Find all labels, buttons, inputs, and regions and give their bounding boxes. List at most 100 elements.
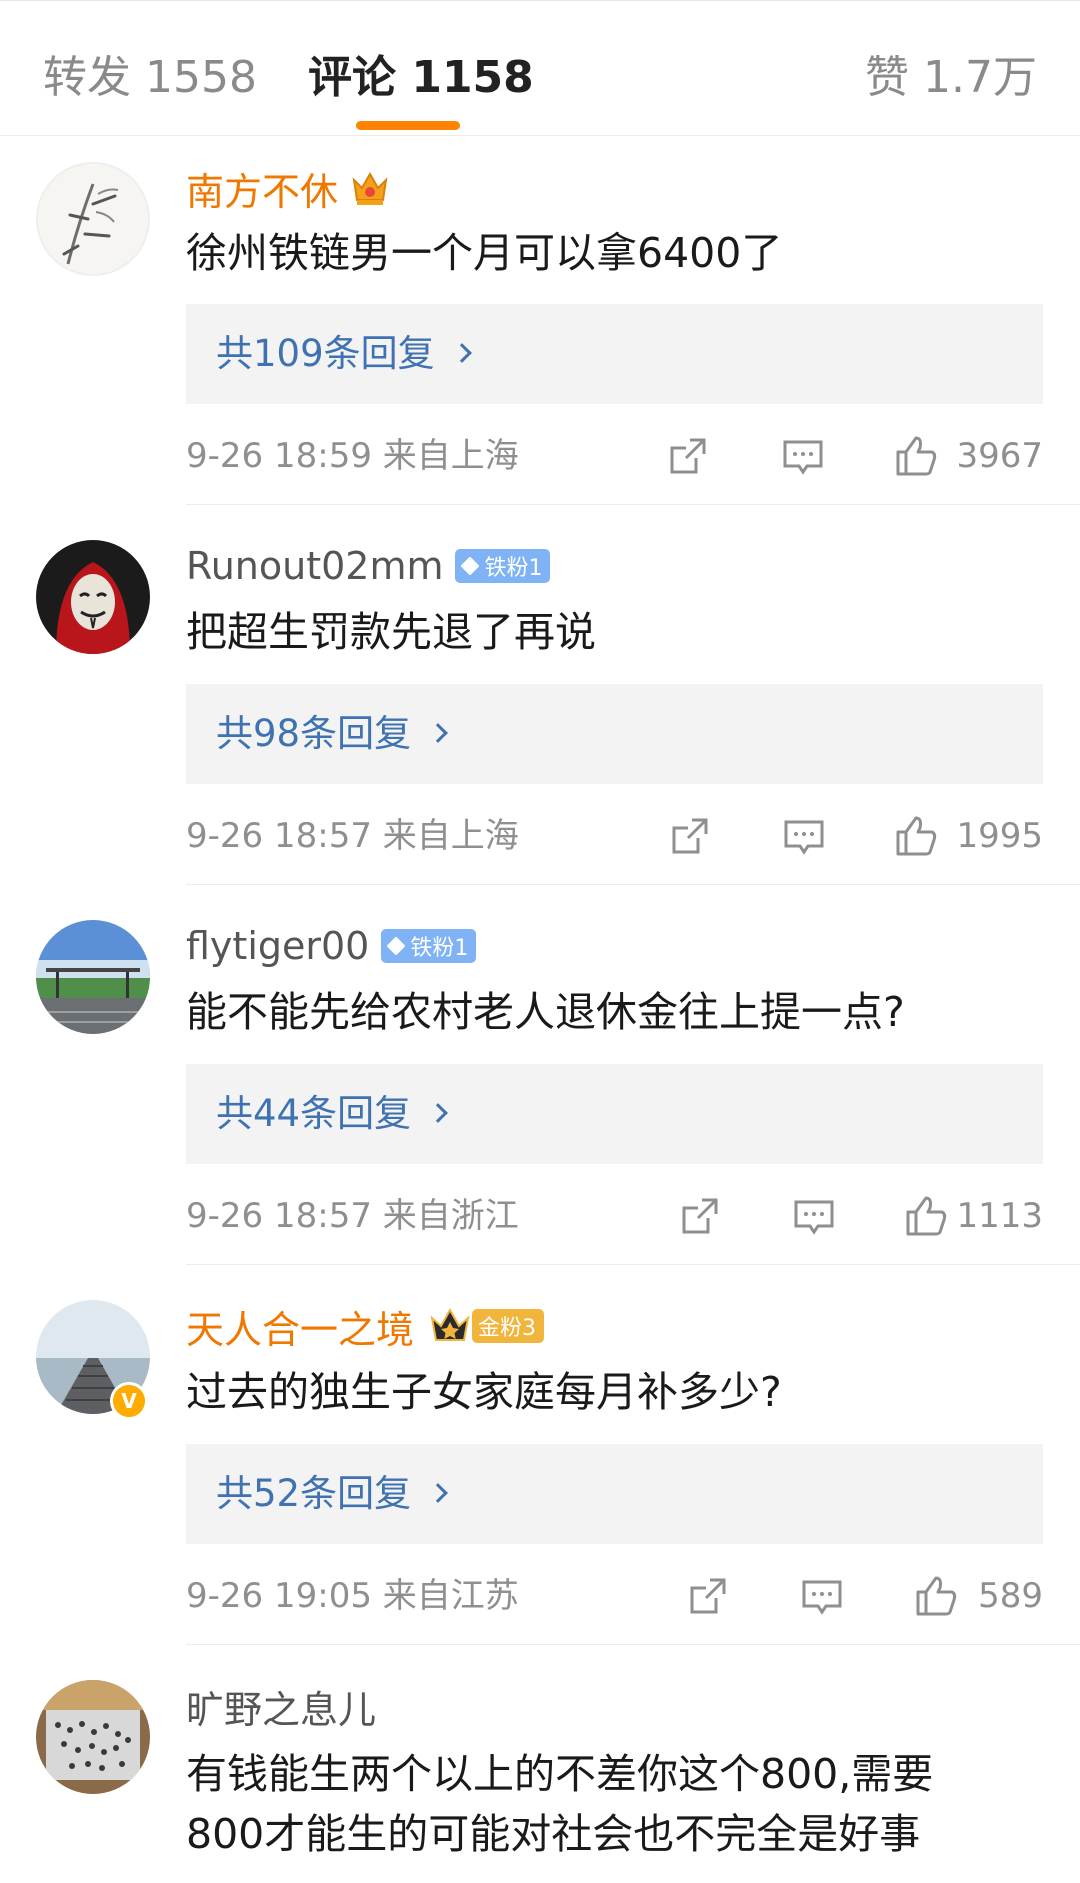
replies-box: 共52条回复	[186, 1444, 1043, 1544]
fan-badge-label: 铁粉1	[484, 556, 543, 581]
view-replies-link[interactable]: 共98条回复	[216, 684, 448, 784]
comment-time-location: 9-26 18:57 来自上海	[186, 810, 519, 862]
top-edge	[0, 0, 1080, 8]
avatar[interactable]	[36, 162, 150, 276]
comment-icon[interactable]	[781, 434, 825, 478]
location: 来自浙江	[382, 1196, 519, 1236]
tab-reposts-count: 1558	[145, 52, 257, 103]
replies-label: 共52条回复	[216, 1472, 412, 1515]
thumbs-up-icon[interactable]	[894, 814, 938, 858]
comment-icon[interactable]	[800, 1574, 844, 1618]
fan-badge-label: 金粉3	[478, 1316, 537, 1341]
railway-scenery-avatar-icon	[36, 920, 150, 1034]
timestamp: 9-26 18:57	[186, 816, 372, 856]
share-icon[interactable]	[668, 814, 712, 858]
username[interactable]: 天人合一之境	[186, 1299, 414, 1354]
username[interactable]: 南方不休	[186, 161, 338, 216]
comment-icon[interactable]	[782, 814, 826, 858]
comment-text: 把超生罚款先退了再说	[186, 608, 596, 656]
diamond-icon	[460, 556, 481, 576]
comment-header: Runout02mm 铁粉1	[186, 540, 551, 592]
fan-badge-label: 铁粉1	[410, 936, 469, 961]
like-count: 1113	[956, 1196, 1043, 1236]
comment-text-line: 有钱能生两个以上的不差你这个800,需要	[186, 1750, 934, 1798]
comment-header: 天人合一之境 金粉3	[186, 1299, 545, 1354]
avatar[interactable]	[36, 1680, 150, 1794]
avatar[interactable]	[36, 540, 150, 654]
comment-meta: 9-26 18:59 来自上海 3967	[186, 430, 1043, 482]
thumbs-up-icon[interactable]	[904, 1194, 948, 1238]
tab-bar: 转发 1558 评论 1158 赞 1.7万	[0, 8, 1080, 136]
username[interactable]: flytiger00	[186, 924, 369, 968]
comment-time-location: 9-26 18:59 来自上海	[186, 430, 519, 482]
replies-label: 共44条回复	[216, 1092, 412, 1135]
replies-label: 共109条回复	[216, 332, 435, 375]
location: 来自江苏	[382, 1576, 519, 1616]
crown-icon	[352, 171, 388, 205]
comment-meta: 9-26 19:05 来自江苏 589	[186, 1570, 1043, 1622]
masked-figure-avatar-icon	[36, 540, 150, 654]
chevron-right-icon	[428, 723, 448, 743]
location: 来自上海	[382, 436, 519, 476]
tab-comments-label: 评论	[308, 52, 396, 103]
fan-badge: 铁粉1	[455, 549, 551, 583]
comment-text: 徐州铁链男一个月可以拿6400了	[186, 229, 783, 277]
tab-comments-count: 1158	[411, 52, 534, 103]
chevron-right-icon	[451, 343, 472, 363]
timestamp: 9-26 19:05	[186, 1576, 372, 1616]
replies-label: 共98条回复	[216, 712, 412, 755]
fan-badge: 铁粉1	[381, 929, 477, 963]
share-icon[interactable]	[666, 434, 710, 478]
crowd-photo-avatar-icon	[36, 1680, 150, 1794]
chevron-right-icon	[428, 1483, 448, 1503]
replies-box: 共98条回复	[186, 684, 1043, 784]
tab-likes[interactable]: 赞 1.7万	[865, 48, 1037, 108]
replies-box: 共44条回复	[186, 1064, 1043, 1164]
tab-reposts[interactable]: 转发 1558	[43, 48, 257, 108]
username[interactable]: Runout02mm	[186, 544, 443, 588]
fan-badge: 金粉3	[472, 1309, 545, 1343]
comment-text-line: 800才能生的可能对社会也不完全是好事	[186, 1810, 921, 1858]
divider	[186, 884, 1080, 885]
verified-icon: V	[110, 1382, 148, 1420]
tab-likes-count: 1.7万	[923, 52, 1037, 103]
chevron-right-icon	[428, 1103, 448, 1123]
share-icon[interactable]	[686, 1574, 730, 1618]
crown-icon	[430, 1307, 470, 1341]
comment-meta: 9-26 18:57 来自浙江 1113	[186, 1190, 1043, 1242]
comment-text: 能不能先给农村老人退休金往上提一点?	[186, 988, 905, 1036]
divider	[186, 1644, 1080, 1645]
replies-box: 共109条回复	[186, 304, 1043, 404]
username[interactable]: 旷野之息儿	[186, 1679, 376, 1734]
tab-likes-label: 赞	[865, 52, 910, 103]
active-tab-indicator	[356, 121, 460, 130]
comment-header: 旷野之息儿	[186, 1680, 376, 1732]
timestamp: 9-26 18:57	[186, 1196, 372, 1236]
like-count: 589	[978, 1576, 1043, 1616]
view-replies-link[interactable]: 共109条回复	[216, 304, 472, 404]
timestamp: 9-26 18:59	[186, 436, 372, 476]
comment-text: 有钱能生两个以上的不差你这个800,需要 800才能生的可能对社会也不完全是好事	[186, 1744, 1046, 1864]
like-count: 1995	[956, 816, 1043, 856]
like-count: 3967	[956, 436, 1043, 476]
comment-time-location: 9-26 18:57 来自浙江	[186, 1190, 519, 1242]
bamboo-painting-avatar-icon	[38, 164, 148, 274]
thumbs-up-icon[interactable]	[914, 1574, 958, 1618]
view-replies-link[interactable]: 共44条回复	[216, 1064, 448, 1164]
comment-icon[interactable]	[792, 1194, 836, 1238]
diamond-icon	[386, 936, 406, 956]
comment-time-location: 9-26 19:05 来自江苏	[186, 1570, 519, 1622]
comment-text: 过去的独生子女家庭每月补多少?	[186, 1368, 782, 1416]
thumbs-up-icon[interactable]	[894, 434, 938, 478]
tab-comments[interactable]: 评论 1158	[308, 48, 534, 108]
comment-header: flytiger00 铁粉1	[186, 920, 477, 972]
tab-reposts-label: 转发	[43, 52, 131, 103]
share-icon[interactable]	[678, 1194, 722, 1238]
divider	[186, 1264, 1080, 1265]
avatar[interactable]	[36, 920, 150, 1034]
location: 来自上海	[382, 816, 519, 856]
comment-meta: 9-26 18:57 来自上海 1995	[186, 810, 1043, 862]
divider	[186, 504, 1080, 505]
view-replies-link[interactable]: 共52条回复	[216, 1444, 448, 1544]
comment-header: 南方不休	[186, 162, 392, 214]
